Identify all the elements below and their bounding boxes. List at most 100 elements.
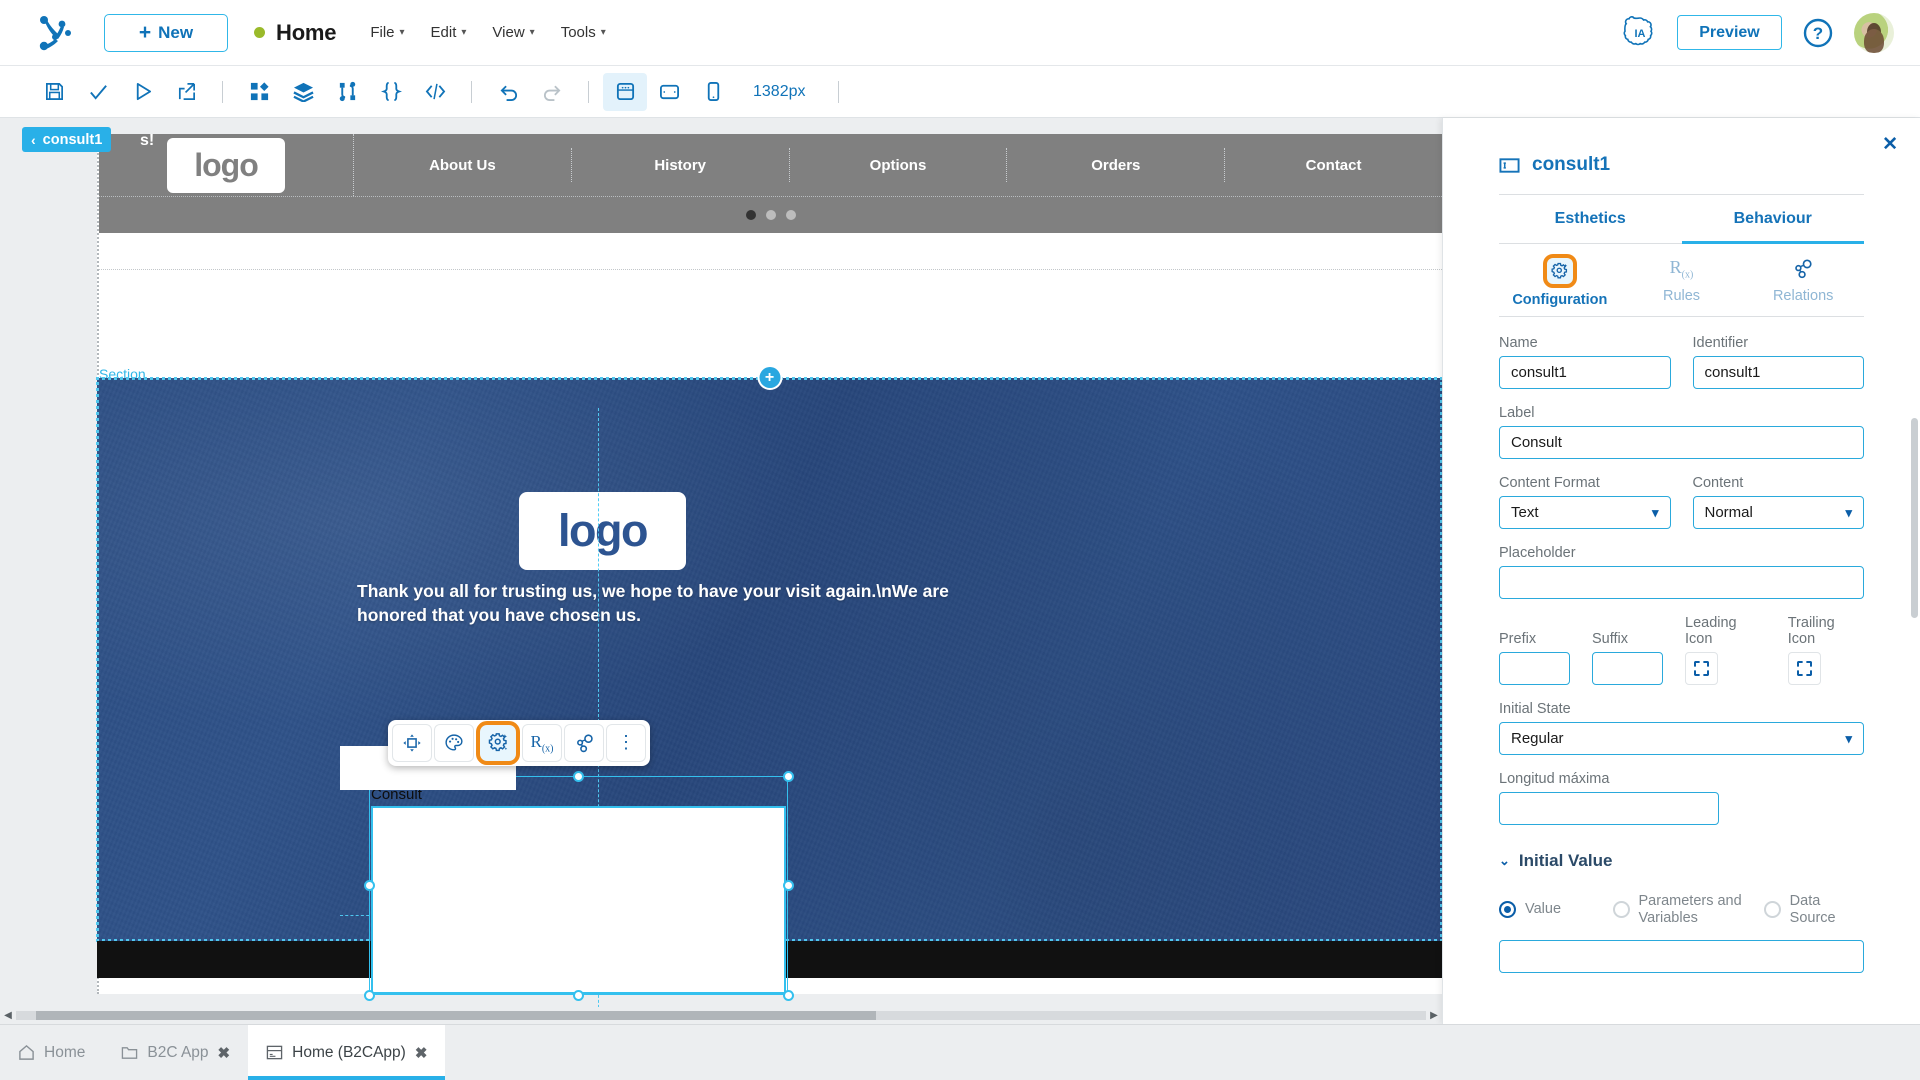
scroll-track[interactable]: [16, 1011, 1426, 1020]
subtab-configuration-label: Configuration: [1512, 292, 1607, 308]
radio-option-value[interactable]: Value: [1499, 901, 1603, 918]
suffix-input[interactable]: [1592, 652, 1663, 685]
nav-item-options[interactable]: Options: [790, 148, 1008, 183]
desktop-view-icon[interactable]: [603, 73, 647, 111]
page-icon: [266, 1044, 283, 1061]
nav-item-contact[interactable]: Contact: [1225, 148, 1442, 183]
resize-handle-se[interactable]: [783, 990, 794, 1001]
bottom-tab-home[interactable]: Home: [0, 1025, 103, 1080]
resize-handle-sw[interactable]: [364, 990, 375, 1001]
page-title: Home: [276, 20, 336, 46]
mobile-view-icon[interactable]: [691, 73, 735, 111]
avatar[interactable]: [1854, 13, 1894, 53]
resize-handle-s[interactable]: [573, 990, 584, 1001]
label-label: Label: [1499, 405, 1864, 421]
content-format-select[interactable]: Text ▾: [1499, 496, 1671, 529]
menu-view[interactable]: View ▾: [492, 24, 534, 41]
identifier-label: Identifier: [1693, 335, 1865, 351]
close-icon[interactable]: ✖: [218, 1044, 231, 1062]
deploy-export-icon[interactable]: [164, 73, 208, 111]
content-select[interactable]: Normal ▾: [1693, 496, 1865, 529]
subtab-relations-label: Relations: [1773, 288, 1833, 304]
resize-handle-n[interactable]: [573, 771, 584, 782]
hero-text[interactable]: Thank you all for trusting us, we hope t…: [357, 580, 952, 627]
content-format-label: Content Format: [1499, 475, 1671, 491]
canvas-horizontal-scrollbar[interactable]: ◀ ▶: [0, 1007, 1442, 1024]
ia-badge-icon[interactable]: IA: [1623, 16, 1657, 50]
initial-value-section-header[interactable]: ⌄ Initial Value: [1499, 851, 1864, 871]
carousel-dot-2[interactable]: [766, 210, 776, 220]
palette-icon[interactable]: [434, 724, 474, 762]
scroll-left-arrow[interactable]: ◀: [0, 1010, 16, 1021]
new-button[interactable]: + New: [104, 14, 228, 52]
canvas-width-value[interactable]: 1382px: [735, 83, 824, 101]
validate-check-icon[interactable]: [76, 73, 120, 111]
scroll-thumb[interactable]: [36, 1011, 876, 1020]
layers-icon[interactable]: [281, 73, 325, 111]
name-input[interactable]: [1499, 356, 1671, 389]
identifier-input[interactable]: [1693, 356, 1865, 389]
run-play-icon[interactable]: [120, 73, 164, 111]
initial-value-input[interactable]: [1499, 940, 1864, 973]
plus-icon: +: [139, 22, 151, 43]
initial-state-select[interactable]: Regular ▾: [1499, 722, 1864, 755]
leading-icon-picker[interactable]: [1685, 652, 1718, 685]
site-logo-cell[interactable]: logo: [99, 134, 354, 196]
bottom-tab-b2c-app[interactable]: B2C App ✖: [103, 1025, 248, 1080]
prefix-input[interactable]: [1499, 652, 1570, 685]
radio-option-parameters[interactable]: Parameters and Variables: [1613, 893, 1754, 926]
save-icon[interactable]: [32, 73, 76, 111]
site-logo: logo: [167, 138, 285, 193]
menu-edit[interactable]: Edit ▾: [431, 24, 467, 41]
scroll-right-arrow[interactable]: ▶: [1426, 1010, 1442, 1021]
menu-tools[interactable]: Tools ▾: [561, 24, 606, 41]
subtab-relations[interactable]: Relations: [1742, 248, 1864, 316]
chevron-left-icon[interactable]: ‹: [31, 132, 36, 148]
braces-icon[interactable]: [369, 73, 413, 111]
preview-button[interactable]: Preview: [1677, 15, 1782, 50]
radio-option-data-source[interactable]: Data Source: [1764, 893, 1864, 926]
configuration-gear-icon[interactable]: [476, 721, 520, 765]
panel-scrollbar[interactable]: [1911, 418, 1918, 618]
close-icon[interactable]: ✕: [1882, 133, 1898, 156]
name-field-group: Name: [1499, 335, 1671, 389]
breadcrumb-chip[interactable]: ‹ consult1: [22, 127, 111, 152]
carousel-dot-1[interactable]: [746, 210, 756, 220]
nav-item-orders[interactable]: Orders: [1007, 148, 1225, 183]
bottom-tab-home-b2capp[interactable]: Home (B2CApp) ✖: [248, 1025, 445, 1080]
carousel-dot-3[interactable]: [786, 210, 796, 220]
move-resize-icon[interactable]: [392, 724, 432, 762]
components-grid-icon[interactable]: [237, 73, 281, 111]
question-mark-icon[interactable]: ?: [1802, 17, 1834, 49]
tablet-view-icon[interactable]: [647, 73, 691, 111]
redo-icon[interactable]: [530, 73, 574, 111]
resize-handle-w[interactable]: [364, 880, 375, 891]
max-length-input[interactable]: [1499, 792, 1719, 825]
subtab-configuration[interactable]: Configuration: [1499, 248, 1621, 316]
tab-esthetics-label: Esthetics: [1555, 210, 1626, 227]
label-input[interactable]: [1499, 426, 1864, 459]
nav-item-history[interactable]: History: [572, 148, 790, 183]
rules-rx-icon[interactable]: R(x): [522, 724, 562, 762]
resize-handle-e[interactable]: [783, 880, 794, 891]
more-kebab-icon[interactable]: ⋮: [606, 724, 646, 762]
subtab-rules[interactable]: R(x) Rules: [1621, 248, 1743, 316]
placeholder-input[interactable]: [1499, 566, 1864, 599]
tab-behaviour[interactable]: Behaviour: [1682, 195, 1865, 244]
app-logo-icon[interactable]: [26, 13, 82, 53]
relations-icon[interactable]: [564, 724, 604, 762]
home-icon: [18, 1044, 35, 1061]
resize-handle-ne[interactable]: [783, 771, 794, 782]
tab-esthetics[interactable]: Esthetics: [1499, 195, 1682, 244]
data-flow-icon[interactable]: [325, 73, 369, 111]
menu-file[interactable]: File ▾: [370, 24, 404, 41]
bottom-tab-bar: Home B2C App ✖ Home (B2CApp) ✖: [0, 1024, 1920, 1080]
trailing-icon-picker[interactable]: [1788, 652, 1821, 685]
undo-icon[interactable]: [486, 73, 530, 111]
content-format-group: Content Format Text ▾: [1499, 475, 1671, 529]
add-section-above-button[interactable]: +: [759, 367, 780, 388]
code-icon[interactable]: [413, 73, 457, 111]
nav-item-about-us[interactable]: About Us: [354, 148, 572, 183]
close-icon[interactable]: ✖: [415, 1044, 428, 1062]
hero-logo[interactable]: logo: [519, 492, 686, 570]
